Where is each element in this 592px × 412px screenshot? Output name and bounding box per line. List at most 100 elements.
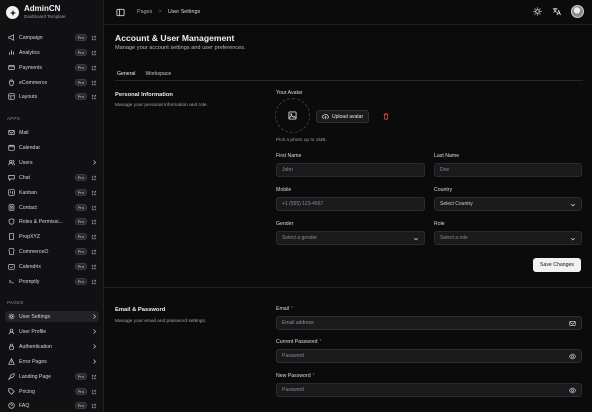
new-password-placeholder: Password — [282, 387, 304, 393]
contact-icon — [7, 204, 15, 212]
sidebar-item-label: Users — [19, 159, 33, 166]
tag-icon — [7, 388, 15, 396]
country-label: Country — [434, 187, 453, 193]
sidebar-item-pricing[interactable]: Pricing Pro — [5, 386, 99, 397]
first-name-label: First Name — [276, 153, 302, 159]
save-changes-button[interactable]: Save Changes — [533, 258, 581, 272]
pro-badge: Pro — [74, 372, 87, 381]
new-password-label: New Password * — [276, 373, 315, 379]
sidebar-item-label: eCommerce — [19, 79, 48, 86]
chevron-right-icon — [91, 160, 97, 166]
settings-icon — [7, 313, 15, 321]
pro-badge: Pro — [74, 63, 87, 72]
user-avatar[interactable] — [571, 5, 584, 18]
sidebar-item-payments[interactable]: Payments Pro — [5, 62, 99, 73]
sidebar-item-user-settings[interactable]: User Settings — [5, 311, 99, 322]
upload-avatar-button[interactable]: Upload avatar — [316, 110, 370, 123]
sidebar-item-label: Kanban — [19, 189, 37, 196]
new-password-field[interactable]: Password — [276, 383, 582, 397]
pro-badge: Pro — [74, 401, 87, 410]
theme-toggle-icon[interactable] — [533, 7, 542, 16]
pro-badge: Pro — [74, 92, 87, 101]
sidebar-item-contact[interactable]: Contact Pro — [5, 202, 99, 213]
chevron-right-icon — [91, 314, 97, 320]
pro-badge: Pro — [74, 78, 87, 87]
mobile-field[interactable]: +1 (555) 123-4567 — [276, 197, 425, 211]
sidebar-item-calendrix[interactable]: Calendrix Pro — [5, 261, 99, 272]
brand[interactable]: AdminCN Dashboard Template — [0, 0, 103, 25]
chevron-right-icon — [91, 329, 97, 335]
external-link-icon — [91, 389, 97, 395]
sidebar-item-label: CommerceO — [19, 248, 49, 255]
current-password-field[interactable]: Password — [276, 349, 582, 363]
email-field[interactable]: Email address — [276, 316, 582, 330]
external-link-icon — [91, 190, 97, 196]
sidebar-item-campaign[interactable]: Campaign Pro — [5, 32, 99, 43]
gender-select[interactable]: Select a gender — [276, 231, 425, 245]
sidebar-item-roles-permissions[interactable]: Roles & Permissi... Pro — [5, 216, 99, 227]
language-icon[interactable] — [552, 7, 561, 16]
email-label: Email * — [276, 306, 294, 312]
sidebar-item-analytics[interactable]: Analytics Pro — [5, 47, 99, 58]
sidebar-item-label: Calendrix — [19, 263, 41, 270]
sidebar-item-label: Analytics — [19, 49, 40, 56]
avatar-placeholder[interactable] — [275, 98, 310, 133]
sidebar-item-error-pages[interactable]: Error Pages — [5, 356, 99, 367]
email-password-description: Manage your email and password settings. — [115, 319, 207, 324]
breadcrumb-pages[interactable]: Pages — [137, 9, 152, 15]
sidebar-toggle-icon[interactable] — [116, 8, 125, 17]
sidebar-item-commerceo[interactable]: CommerceO Pro — [5, 246, 99, 257]
sidebar-item-label: Roles & Permissi... — [19, 218, 63, 225]
chevron-right-icon — [91, 344, 97, 350]
pro-badge: Pro — [74, 188, 87, 197]
eye-icon[interactable] — [569, 387, 576, 394]
sidebar-item-label: Calendar — [19, 144, 41, 151]
brand-subtitle: Dashboard Template — [24, 14, 66, 20]
sidebar-item-calendar[interactable]: Calendar — [5, 142, 99, 153]
sidebar-item-label: Promptly — [19, 278, 40, 285]
gender-placeholder: Select a gender — [282, 235, 318, 241]
sidebar-item-label: Landing Page — [19, 373, 52, 380]
breadcrumb: Pages > User Settings — [137, 9, 200, 15]
sidebar-item-user-profile[interactable]: User Profile — [5, 326, 99, 337]
pro-badge: Pro — [74, 33, 87, 42]
last-name-placeholder: Doe — [440, 167, 450, 173]
last-name-field[interactable]: Doe — [434, 163, 582, 177]
pro-badge: Pro — [74, 217, 87, 226]
topbar: Pages > User Settings — [104, 0, 592, 25]
avatar-hint: Pick a photo up to 1MB. — [276, 138, 327, 143]
upload-avatar-label: Upload avatar — [332, 113, 364, 120]
sidebar-item-kanban[interactable]: Kanban Pro — [5, 187, 99, 198]
user-icon — [7, 328, 15, 336]
sidebar-item-users[interactable]: Users — [5, 157, 99, 168]
sidebar-item-promptly[interactable]: Promptly Pro — [5, 276, 99, 287]
sidebar-item-label: Payments — [19, 64, 43, 71]
sidebar-item-layouts[interactable]: Layouts Pro — [5, 91, 99, 102]
layout-icon — [7, 93, 15, 101]
brand-logo-icon — [6, 6, 19, 19]
building-icon — [7, 233, 15, 241]
lock-icon — [7, 343, 15, 351]
trash-icon[interactable] — [382, 112, 390, 120]
role-select[interactable]: Select a role — [434, 231, 582, 245]
external-link-icon — [91, 219, 97, 225]
eye-icon[interactable] — [569, 353, 576, 360]
sidebar-item-label: FAQ — [19, 402, 30, 409]
first-name-placeholder: John — [282, 167, 293, 173]
store-icon — [7, 248, 15, 256]
sidebar-item-propxyz[interactable]: PropXYZ Pro — [5, 231, 99, 242]
sidebar-item-chat[interactable]: Chat Pro — [5, 172, 99, 183]
help-circle-icon — [7, 402, 15, 410]
country-select[interactable]: Select Country — [434, 197, 582, 211]
pro-badge: Pro — [74, 203, 87, 212]
sidebar-item-landing-page[interactable]: Landing Page Pro — [5, 371, 99, 382]
sidebar-item-ecommerce[interactable]: eCommerce Pro — [5, 77, 99, 88]
terminal-icon — [7, 278, 15, 286]
sidebar-item-mail[interactable]: Mail — [5, 127, 99, 138]
current-password-label: Current Password * — [276, 339, 322, 345]
sidebar-item-authentication[interactable]: Authentication — [5, 341, 99, 352]
first-name-field[interactable]: John — [276, 163, 425, 177]
external-link-icon — [91, 264, 97, 270]
sidebar-item-faq[interactable]: FAQ Pro — [5, 400, 99, 411]
personal-info-title: Personal Information — [115, 92, 173, 98]
